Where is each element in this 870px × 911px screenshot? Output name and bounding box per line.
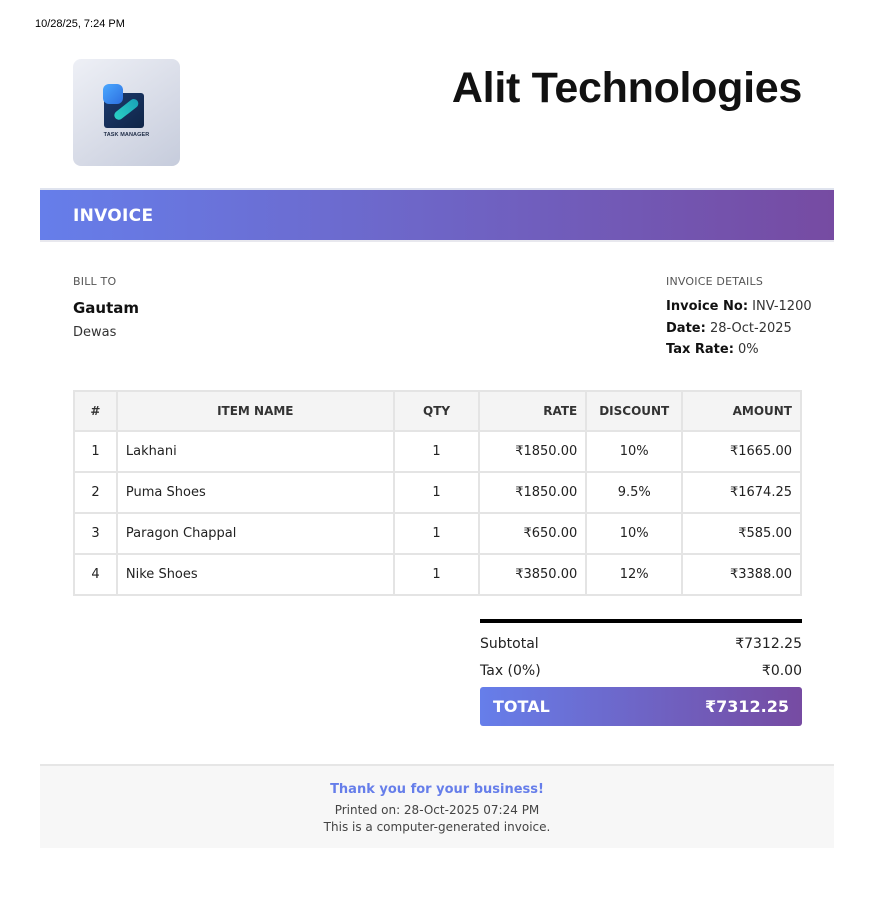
items-table: # ITEM NAME QTY RATE DISCOUNT AMOUNT 1 L… [73, 390, 802, 596]
item-amount: ₹1665.00 [681, 430, 802, 473]
row-number: 4 [73, 553, 118, 596]
print-timestamp: 10/28/25, 7:24 PM [35, 18, 125, 30]
invoice-footer: Thank you for your business! Printed on:… [40, 764, 834, 848]
item-discount: 9.5% [585, 471, 684, 514]
item-qty: 1 [392, 553, 481, 596]
subtotal-row: Subtotal ₹7312.25 [480, 630, 802, 657]
task-manager-logo-icon [103, 84, 144, 128]
bill-to-heading: BILL TO [73, 275, 117, 288]
invoice-number-row: Invoice No: INV-1200 [666, 296, 812, 318]
table-row: 3 Paragon Chappal 1 ₹650.00 10% ₹585.00 [73, 512, 802, 555]
total-value: ₹7312.25 [704, 697, 789, 716]
invoice-number-value: INV-1200 [752, 299, 812, 314]
subtotal-value: ₹7312.25 [735, 635, 802, 652]
invoice-date-row: Date: 28-Oct-2025 [666, 318, 812, 340]
computer-generated-note: This is a computer-generated invoice. [323, 820, 551, 834]
col-header-discount: DISCOUNT [585, 390, 684, 432]
table-header-row: # ITEM NAME QTY RATE DISCOUNT AMOUNT [73, 390, 802, 432]
grand-total-row: TOTAL ₹7312.25 [480, 687, 802, 726]
item-qty: 1 [392, 430, 481, 473]
item-name: Puma Shoes [115, 471, 395, 514]
item-qty: 1 [392, 512, 481, 555]
tax-label: Tax (0%) [480, 662, 541, 679]
item-rate: ₹1850.00 [478, 430, 588, 473]
invoice-date-value: 28-Oct-2025 [709, 320, 792, 336]
tax-value: ₹0.00 [761, 662, 802, 679]
item-discount: 12% [585, 553, 684, 596]
subtotal-label: Subtotal [480, 635, 539, 652]
col-header-qty: QTY [392, 390, 481, 432]
col-header-rate: RATE [478, 390, 588, 432]
tax-rate-value: 0% [738, 342, 759, 357]
invoice-number-label: Invoice No: [666, 299, 749, 314]
item-amount: ₹3388.00 [681, 553, 802, 596]
customer-name: Gautam [73, 299, 140, 317]
invoice-details-heading: INVOICE DETAILS [666, 275, 763, 288]
row-number: 1 [73, 430, 118, 473]
printed-on-text: Printed on: 28-Oct-2025 07:24 PM [334, 803, 540, 817]
invoice-banner: INVOICE [40, 188, 834, 242]
col-header-number: # [73, 390, 118, 432]
table-row: 1 Lakhani 1 ₹1850.00 10% ₹1665.00 [73, 430, 802, 473]
item-name: Nike Shoes [115, 553, 395, 596]
row-number: 3 [73, 512, 118, 555]
thank-you-message: Thank you for your business! [330, 782, 544, 797]
tax-row: Tax (0%) ₹0.00 [480, 657, 802, 684]
customer-city: Dewas [73, 325, 117, 340]
tax-rate-row: Tax Rate: 0% [666, 339, 812, 361]
item-discount: 10% [585, 430, 684, 473]
invoice-date-label: Date: [666, 320, 706, 336]
item-qty: 1 [392, 471, 481, 514]
row-number: 2 [73, 471, 118, 514]
invoice-details-section: INVOICE DETAILS Invoice No: INV-1200 Dat… [666, 275, 812, 361]
totals-section: Subtotal ₹7312.25 Tax (0%) ₹0.00 TOTAL ₹… [480, 619, 802, 726]
logo-caption: TASK MANAGER [103, 132, 150, 138]
total-label: TOTAL [493, 697, 550, 716]
tax-rate-label: Tax Rate: [666, 342, 734, 357]
table-row: 2 Puma Shoes 1 ₹1850.00 9.5% ₹1674.25 [73, 471, 802, 514]
invoice-title: INVOICE [73, 206, 154, 226]
col-header-item-name: ITEM NAME [115, 390, 395, 432]
company-name: Alit Technologies [451, 64, 802, 112]
item-amount: ₹1674.25 [681, 471, 802, 514]
item-rate: ₹3850.00 [478, 553, 588, 596]
item-rate: ₹650.00 [478, 512, 588, 555]
table-row: 4 Nike Shoes 1 ₹3850.00 12% ₹3388.00 [73, 553, 802, 596]
item-rate: ₹1850.00 [478, 471, 588, 514]
col-header-amount: AMOUNT [681, 390, 802, 432]
item-amount: ₹585.00 [681, 512, 802, 555]
item-name: Lakhani [115, 430, 395, 473]
item-discount: 10% [585, 512, 684, 555]
item-name: Paragon Chappal [115, 512, 395, 555]
bill-to-section: BILL TO Gautam Dewas [73, 275, 139, 340]
company-logo: TASK MANAGER [73, 59, 180, 166]
